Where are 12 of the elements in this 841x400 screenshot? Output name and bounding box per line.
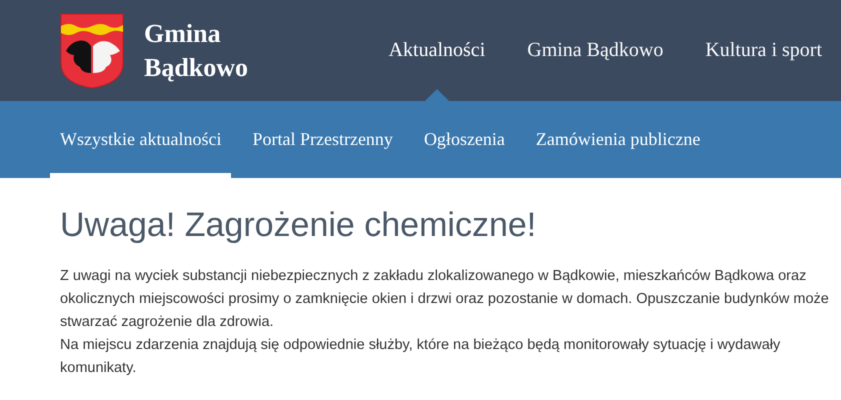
main-nav-link[interactable]: Kultura i sport [705, 39, 822, 62]
article-paragraph: Na miejscu zdarzenia znajdują się odpowiednie służby, które na bieżąco będą monitorowały sytuację i wydawały komunikaty. [60, 336, 782, 378]
site-title[interactable]: Bądkowo [144, 50, 248, 84]
sub-nav-tab[interactable]: Wszystkie aktualności [50, 101, 232, 178]
sub-nav-tab[interactable]: Ogłoszenia [414, 101, 515, 178]
site-title[interactable]: Gmina [144, 16, 248, 50]
article-title: Uwaga! Zagrożenie chemiczne! [60, 206, 538, 245]
sub-nav-tab[interactable]: Zamówienia publiczne [526, 101, 710, 178]
main-nav-link[interactable]: Aktualności [388, 39, 486, 62]
main-nav-link[interactable]: Gmina Bądkowo [527, 39, 664, 62]
article-paragraph: Z uwagi na wyciek substancji niebezpiecznych z zakładu zlokalizowanego w Bądkowie, mieszkańców Bądkowa oraz okolicznych miejscowości prosimy o zamknięcie okien i drzwi oraz pozostanie w domach. Opuszczanie budynków może stwarzać zagrożenie dla zdrowia. [60, 267, 830, 332]
sub-nav-tab[interactable]: Portal Przestrzenny [242, 101, 403, 178]
